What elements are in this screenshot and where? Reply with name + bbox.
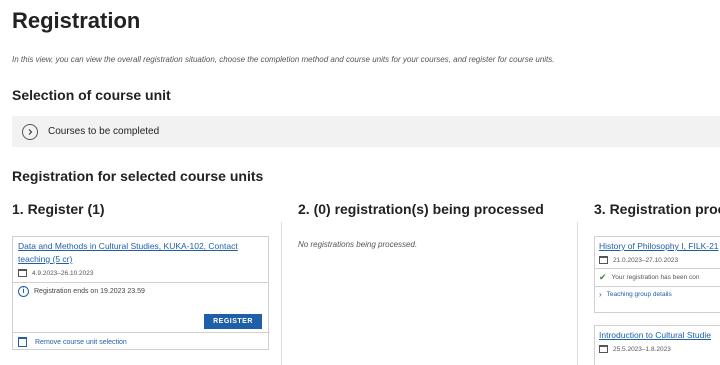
remove-label: Remove course unit selection — [35, 338, 127, 346]
page-title: Registration — [12, 8, 141, 33]
register-column-title: 1. Register (1) — [12, 201, 105, 217]
registration-heading: Registration for selected course units — [12, 168, 264, 184]
course-dates: 25.5.2023–1.8.2023 — [613, 345, 671, 353]
course-dates: 4.9.2023–26.10.2023 — [32, 269, 94, 277]
course-link[interactable]: Data and Methods in Cultural Studies, KU… — [18, 240, 263, 266]
courses-to-be-completed-expander[interactable]: Courses to be completed — [12, 116, 720, 147]
processed-course-card: Introduction to Cultural Studie 25.5.202… — [594, 325, 720, 365]
checkmark-icon: ✔ — [599, 272, 607, 282]
register-course-card: Data and Methods in Cultural Studies, KU… — [12, 236, 270, 351]
processing-column-title: 2. (0) registration(s) being processed — [298, 201, 544, 217]
registration-status: Your registration has been con — [611, 274, 700, 281]
processed-column-title: 3. Registration proc — [594, 201, 720, 217]
page-intro: In this view, you can view the overall r… — [12, 55, 555, 64]
remove-course-unit-button[interactable]: Remove course unit selection — [13, 332, 270, 351]
processing-empty-note: No registrations being processed. — [298, 240, 418, 249]
processed-course-card: History of Philosophy I, FILK-21 21.0.20… — [594, 236, 720, 313]
course-dates: 21.0.2023–27.10.2023 — [613, 256, 679, 264]
expander-label: Courses to be completed — [48, 126, 160, 137]
teaching-group-details-toggle[interactable]: › Teaching group details — [595, 286, 720, 302]
info-icon: i — [18, 286, 29, 297]
registration-end-info: Registration ends on 19.2023 23.59 — [34, 288, 145, 295]
course-link[interactable]: Introduction to Cultural Studie — [599, 329, 719, 342]
calendar-icon — [599, 345, 608, 353]
register-button[interactable]: REGISTER — [204, 314, 262, 329]
calendar-icon — [599, 256, 608, 264]
chevron-right-icon: › — [599, 290, 602, 299]
column-divider — [281, 222, 282, 365]
selection-heading: Selection of course unit — [12, 87, 171, 103]
chevron-right-circle-icon — [22, 123, 38, 140]
teaching-group-details-label: Teaching group details — [606, 291, 672, 298]
trash-icon — [18, 337, 27, 347]
calendar-icon — [18, 269, 27, 277]
column-divider — [577, 222, 578, 365]
course-link[interactable]: History of Philosophy I, FILK-21 — [599, 240, 719, 253]
